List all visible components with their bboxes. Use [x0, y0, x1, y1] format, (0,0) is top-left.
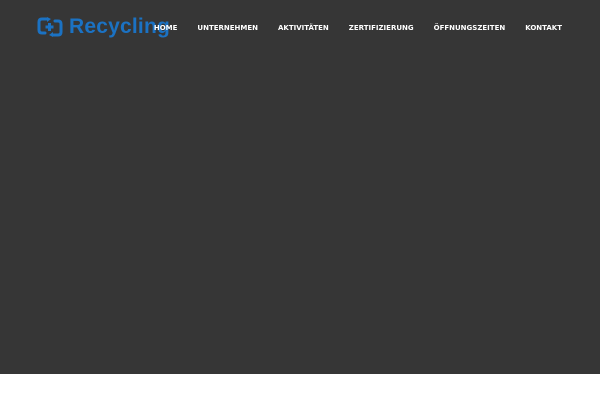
logo-link[interactable]: Recycling	[37, 14, 170, 40]
nav-item-unternehmen[interactable]: UNTERNEHMEN	[197, 22, 258, 34]
nav-item-home[interactable]: HOME	[154, 22, 178, 34]
content-area	[0, 374, 600, 400]
nav-item-kontakt[interactable]: KONTAKT	[525, 22, 562, 34]
hero-section: Recycling HOME UNTERNEHMEN AKTIVITÄTEN Z…	[0, 0, 600, 374]
recycle-logo-icon	[37, 17, 63, 37]
nav-item-zertifizierung[interactable]: ZERTIFIZIERUNG	[349, 22, 414, 34]
nav-item-oeffnungszeiten[interactable]: ÖFFNUNGSZEITEN	[434, 22, 506, 34]
main-nav: HOME UNTERNEHMEN AKTIVITÄTEN ZERTIFIZIER…	[154, 22, 562, 34]
nav-item-aktivitaeten[interactable]: AKTIVITÄTEN	[278, 22, 329, 34]
site-header: Recycling HOME UNTERNEHMEN AKTIVITÄTEN Z…	[0, 0, 600, 56]
